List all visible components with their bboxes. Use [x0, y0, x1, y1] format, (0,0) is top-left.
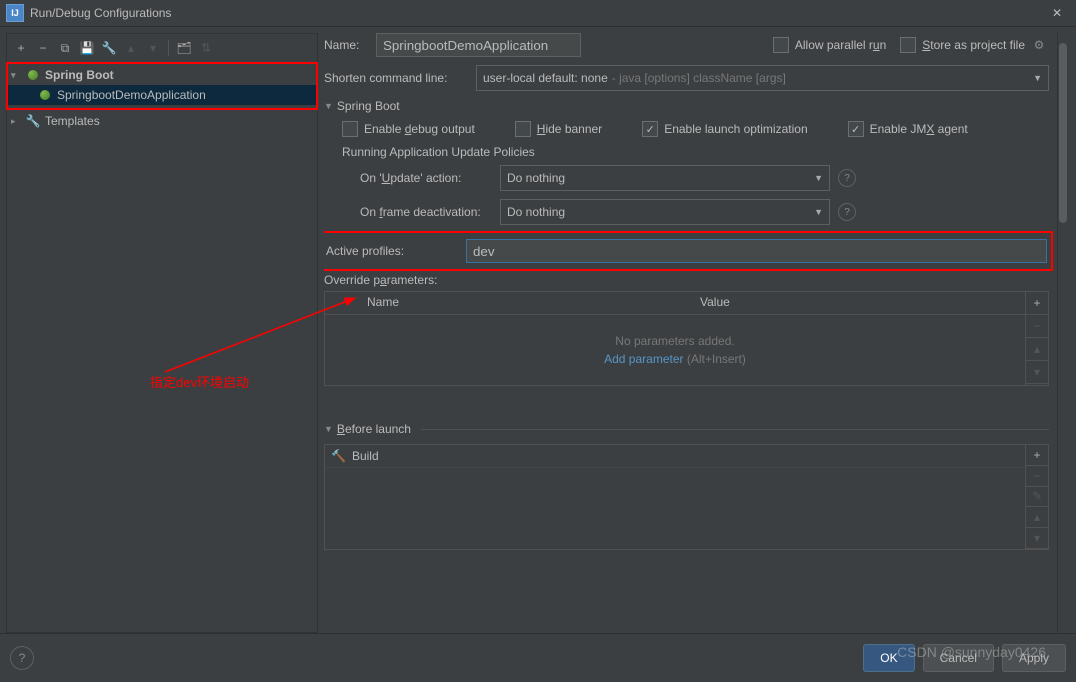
params-up-icon: ▴: [1026, 338, 1048, 361]
active-profiles-input[interactable]: [466, 239, 1047, 263]
update-policies-label: Running Application Update Policies: [342, 145, 1049, 159]
chevron-down-icon: ▼: [1033, 73, 1042, 83]
tree-item-springbootdemo[interactable]: SpringbootDemoApplication: [7, 85, 317, 105]
up-icon: ▴: [121, 38, 141, 58]
add-parameter-link[interactable]: Add parameter: [604, 352, 683, 366]
override-params-table: Name Value No parameters added. Add para…: [324, 291, 1049, 386]
help-icon[interactable]: ?: [838, 203, 856, 221]
hammer-icon: 🔨: [331, 449, 346, 463]
collapse-icon: ▼: [324, 101, 333, 111]
run-debug-config-window: IJ Run/Debug Configurations ✕ + − ⧉ 💾 🔧 …: [0, 0, 1076, 682]
on-update-combo[interactable]: Do nothing▼: [500, 165, 830, 191]
help-button[interactable]: ?: [10, 646, 34, 670]
shorten-cmd-label: Shorten command line:: [324, 71, 476, 85]
config-form: Name: Allow parallel run Store as projec…: [324, 33, 1070, 633]
on-update-label: On 'Update' action:: [360, 171, 500, 185]
active-profiles-row: Active profiles:: [324, 233, 1051, 269]
folder-icon[interactable]: 🗂: [174, 38, 194, 58]
config-tree-rest[interactable]: ▸ 🔧 Templates: [7, 109, 317, 632]
spring-boot-section[interactable]: ▼ Spring Boot: [324, 99, 1049, 113]
bl-up-icon: ▴: [1026, 507, 1048, 528]
gear-icon[interactable]: ⚙: [1029, 35, 1049, 55]
col-name: Name: [359, 292, 692, 314]
config-tree[interactable]: ▾ Spring Boot SpringbootDemoApplication: [7, 63, 317, 109]
hide-banner-checkbox[interactable]: Hide banner: [515, 121, 602, 137]
titlebar: IJ Run/Debug Configurations ✕: [0, 0, 1076, 27]
empty-text: No parameters added.: [615, 334, 734, 348]
spring-icon: [25, 67, 41, 83]
override-params-label: Override parameters:: [324, 273, 1049, 287]
bl-remove-icon: −: [1026, 466, 1048, 487]
before-launch-section[interactable]: ▼ Before launch: [324, 422, 1049, 436]
params-down-icon: ▾: [1026, 361, 1048, 384]
window-title: Run/Debug Configurations: [30, 6, 1044, 20]
enable-launch-opt-checkbox[interactable]: Enable launch optimization: [642, 121, 807, 137]
add-config-icon[interactable]: +: [11, 38, 31, 58]
expand-icon[interactable]: ▾: [11, 70, 25, 81]
dialog-footer: ? OK Cancel Apply: [0, 633, 1076, 682]
name-input[interactable]: [376, 33, 581, 57]
enable-jmx-checkbox[interactable]: Enable JMX agent: [848, 121, 968, 137]
bl-edit-icon: ✎: [1026, 487, 1048, 508]
chevron-down-icon: ▼: [814, 207, 823, 217]
copy-config-icon[interactable]: ⧉: [55, 38, 75, 58]
on-frame-combo[interactable]: Do nothing▼: [500, 199, 830, 225]
help-icon[interactable]: ?: [838, 169, 856, 187]
allow-parallel-checkbox[interactable]: Allow parallel run: [773, 37, 886, 53]
chevron-down-icon: ▼: [814, 173, 823, 183]
col-value: Value: [692, 292, 1025, 314]
spring-icon: [37, 87, 53, 103]
params-remove-icon: −: [1026, 315, 1048, 338]
tree-group-springboot[interactable]: ▾ Spring Boot: [7, 65, 317, 85]
remove-config-icon[interactable]: −: [33, 38, 53, 58]
collapse-icon: ▼: [324, 424, 333, 434]
down-icon: ▾: [143, 38, 163, 58]
cancel-button[interactable]: Cancel: [923, 644, 994, 672]
bl-down-icon: ▾: [1026, 528, 1048, 549]
active-profiles-label: Active profiles:: [326, 244, 466, 258]
store-as-project-checkbox[interactable]: Store as project file: [900, 37, 1025, 53]
before-launch-item-build[interactable]: 🔨 Build: [325, 445, 1025, 468]
config-sidebar: + − ⧉ 💾 🔧 ▴ ▾ 🗂 ⇅ ▾ Spring Boot: [6, 33, 318, 633]
name-label: Name:: [324, 38, 376, 52]
apply-button[interactable]: Apply: [1002, 644, 1066, 672]
enable-debug-checkbox[interactable]: Enable debug output: [342, 121, 475, 137]
sort-icon: ⇅: [196, 38, 216, 58]
ok-button[interactable]: OK: [863, 644, 914, 672]
save-config-icon[interactable]: 💾: [77, 38, 97, 58]
shorten-cmd-combo[interactable]: user-local default: none- java [options]…: [476, 65, 1049, 91]
on-frame-label: On frame deactivation:: [360, 205, 500, 219]
expand-icon[interactable]: ▸: [11, 116, 25, 127]
close-icon[interactable]: ✕: [1044, 0, 1070, 26]
sidebar-toolbar: + − ⧉ 💾 🔧 ▴ ▾ 🗂 ⇅: [7, 34, 317, 63]
templates-icon: 🔧: [25, 113, 41, 129]
wrench-icon[interactable]: 🔧: [99, 38, 119, 58]
tree-group-templates[interactable]: ▸ 🔧 Templates: [7, 111, 317, 131]
form-scrollbar[interactable]: [1057, 33, 1070, 633]
app-icon: IJ: [6, 4, 24, 22]
params-add-icon[interactable]: +: [1026, 292, 1048, 315]
before-launch-list: 🔨 Build + − ✎ ▴ ▾: [324, 444, 1049, 550]
bl-add-icon[interactable]: +: [1026, 445, 1048, 466]
